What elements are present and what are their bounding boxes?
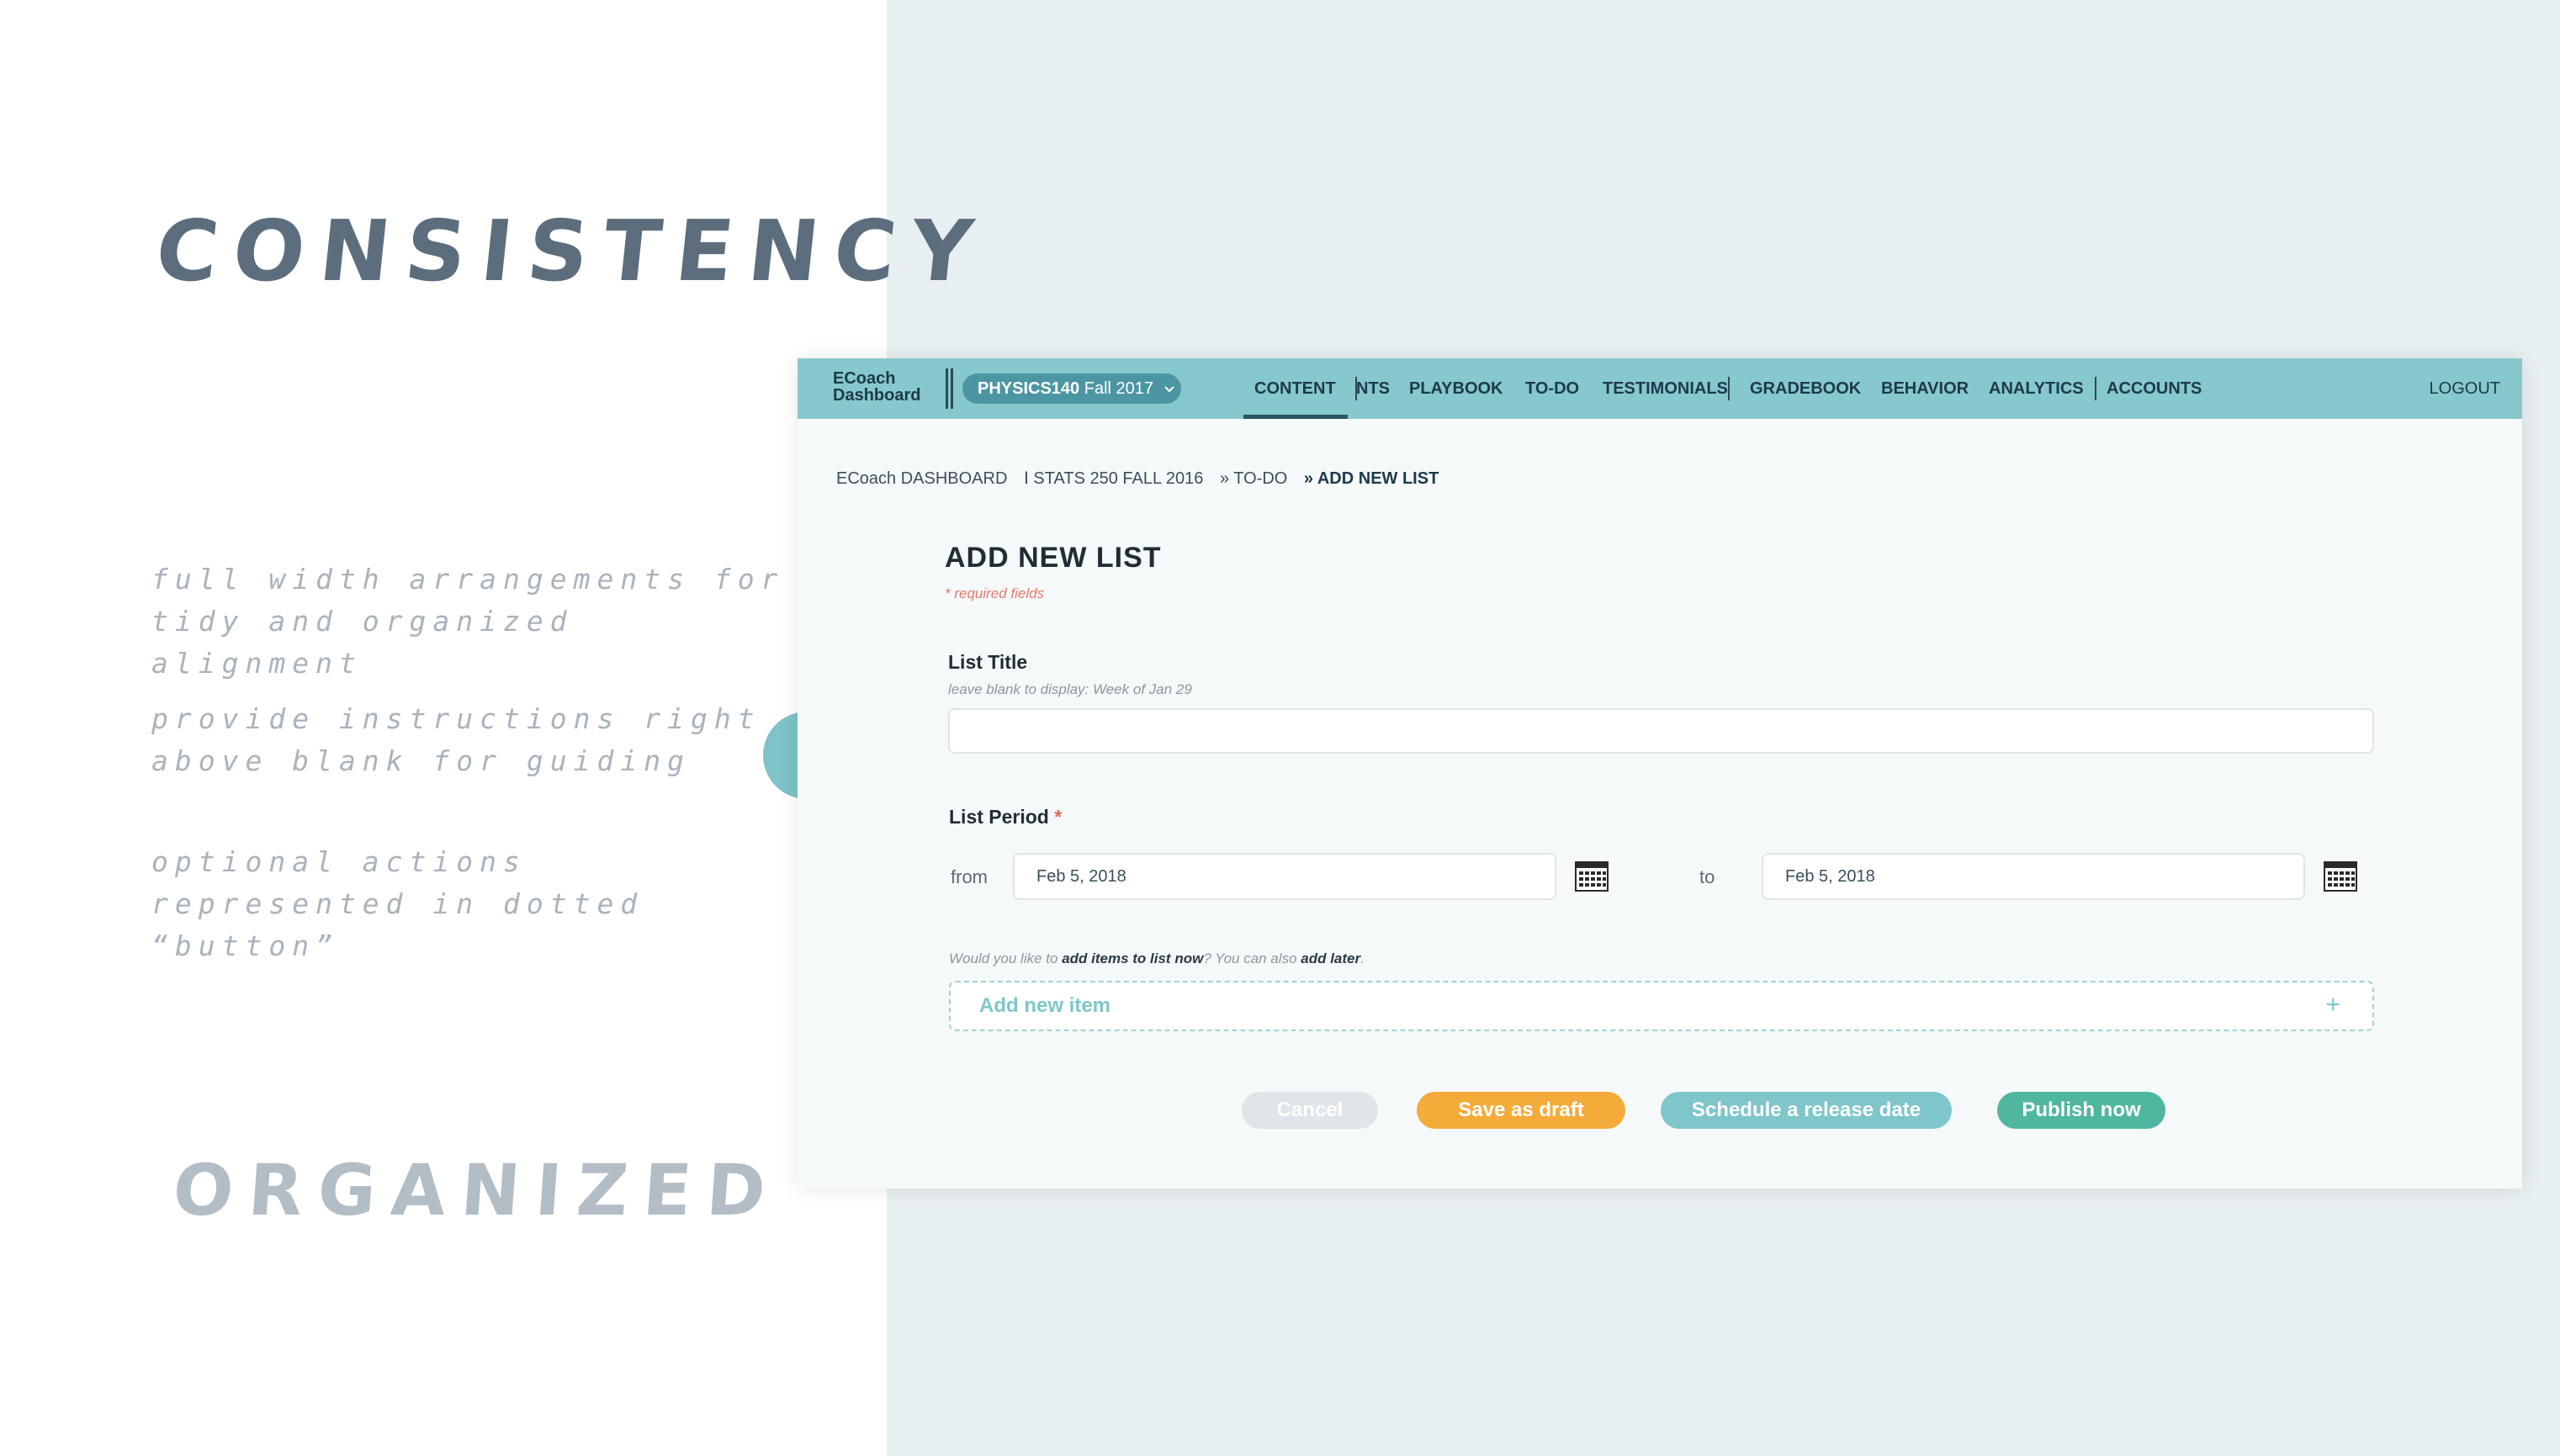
from-date-input[interactable] (1013, 853, 1556, 900)
nav-to-do[interactable]: TO-DO (1525, 358, 1579, 419)
list-title-input[interactable] (948, 708, 2374, 754)
design-note-3: optional actions represented in dotted “… (151, 845, 644, 962)
to-date-input[interactable] (1762, 853, 2305, 900)
nav-active-indicator (1243, 415, 1348, 419)
design-note-2: provide instructions right above blank f… (151, 702, 761, 777)
nav-divider (2095, 377, 2096, 400)
breadcrumb-item[interactable]: Ⅰ STATS 250 FALL 2016 (1024, 469, 1203, 488)
nav-accounts[interactable]: ACCOUNTS (2107, 358, 2202, 419)
add-items-now-link[interactable]: add items to list now (1062, 950, 1203, 966)
breadcrumb-current: » ADD NEW LIST (1303, 469, 1439, 488)
page-title: ADD NEW LIST (945, 542, 1162, 574)
add-new-item-label: Add new item (979, 994, 1111, 1017)
to-label: to (1699, 866, 1715, 887)
save-draft-button[interactable]: Save as draft (1417, 1092, 1625, 1129)
cancel-button[interactable]: Cancel (1242, 1092, 1378, 1129)
add-items-prompt: Would you like to add items to list now?… (949, 950, 1365, 967)
schedule-release-button[interactable]: Schedule a release date (1661, 1092, 1952, 1129)
slide-heading-organized: ORGANIZED (170, 1149, 784, 1231)
required-star: * (1054, 806, 1063, 828)
top-navigation-bar: ECoach Dashboard PHYSICS140 Fall 2017 CO… (798, 358, 2522, 419)
main-nav: CONTENT NTS PLAYBOOK TO-DO TESTIMONIALS … (798, 358, 2312, 419)
from-label: from (951, 866, 988, 887)
breadcrumb-item[interactable]: ECoach DASHBOARD (836, 469, 1007, 488)
add-items-prompt-text: Would you like to (949, 950, 1063, 966)
nav-content[interactable]: CONTENT (1254, 358, 1336, 419)
add-items-prompt-text: ? You can also (1203, 950, 1301, 966)
add-new-item-button[interactable]: Add new item + (949, 981, 2374, 1031)
list-title-hint: leave blank to display: Week of Jan 29 (948, 681, 1192, 697)
nav-testimonials[interactable]: TESTIMONIALS (1603, 358, 1728, 419)
nav-behavior[interactable]: BEHAVIOR (1881, 358, 1969, 419)
design-note-1: full width arrangements for tidy and org… (151, 563, 785, 680)
add-later-link[interactable]: add later (1301, 950, 1360, 966)
nav-analytics[interactable]: ANALYTICS (1989, 358, 2084, 419)
logout-link[interactable]: LOGOUT (2430, 358, 2500, 419)
app-window: ECoach Dashboard PHYSICS140 Fall 2017 CO… (798, 358, 2522, 1189)
publish-now-button[interactable]: Publish now (1997, 1092, 2165, 1129)
list-period-label: List Period * (949, 806, 1062, 829)
required-fields-note: * required fields (945, 585, 1045, 601)
plus-icon: + (2325, 991, 2340, 1019)
slide-heading-consistency: CONSISTENCY (151, 202, 993, 300)
nav-nts[interactable]: NTS (1356, 358, 1390, 419)
breadcrumb: ECoach DASHBOARD Ⅰ STATS 250 FALL 2016 »… (836, 468, 1450, 489)
add-items-prompt-text: . (1360, 950, 1365, 966)
list-title-label: List Title (948, 651, 1028, 673)
nav-gradebook[interactable]: GRADEBOOK (1750, 358, 1861, 419)
nav-playbook[interactable]: PLAYBOOK (1409, 358, 1503, 419)
breadcrumb-item[interactable]: » TO-DO (1220, 469, 1287, 488)
nav-divider (1728, 377, 1730, 400)
calendar-icon[interactable] (2324, 861, 2357, 892)
calendar-icon[interactable] (1575, 861, 1609, 892)
list-period-label-text: List Period (949, 806, 1049, 828)
